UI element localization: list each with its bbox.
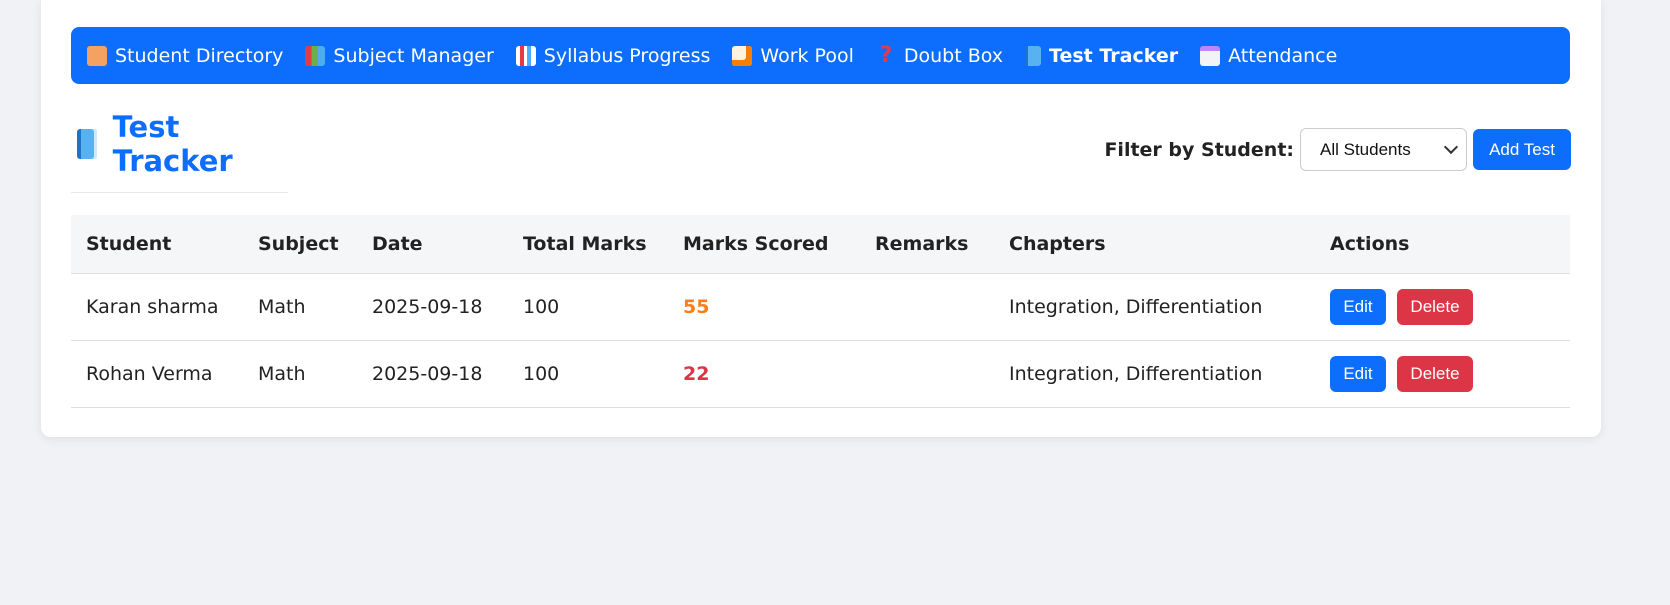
table-header-row: Student Subject Date Total Marks Marks S… — [71, 215, 1570, 274]
cell-marks-scored: 22 — [668, 340, 860, 408]
select-value: All Students — [1320, 139, 1411, 159]
cell-chapters: Integration, Differentiation — [994, 273, 1315, 341]
cell-student: Karan sharma — [71, 273, 243, 341]
book-icon — [1025, 45, 1042, 66]
delete-button[interactable]: Delete — [1397, 356, 1473, 392]
column-header: Date — [357, 215, 508, 274]
cell-total-marks: 100 — [508, 273, 668, 341]
nav-item-subject-manager[interactable]: Subject Manager — [305, 44, 494, 67]
books-icon — [305, 45, 326, 66]
column-header: Remarks — [860, 215, 994, 274]
table-row: Karan sharma Math 2025-09-18 100 55 Inte… — [71, 273, 1570, 341]
question-icon: ? — [879, 42, 893, 68]
student-filter-select[interactable]: All Students — [1300, 128, 1467, 171]
bar-chart-icon — [515, 45, 536, 66]
column-header: Marks Scored — [668, 215, 860, 274]
page-title-text: Test Tracker — [112, 110, 233, 178]
cell-remarks — [860, 273, 994, 341]
cell-actions: Edit Delete — [1315, 340, 1570, 408]
cell-student: Rohan Verma — [71, 340, 243, 408]
nav-item-label: Attendance — [1228, 44, 1338, 67]
memo-icon — [732, 45, 753, 66]
nav-item-attendance[interactable]: Attendance — [1200, 45, 1337, 67]
delete-button[interactable]: Delete — [1397, 289, 1473, 325]
nav-item-label: Student Directory — [115, 44, 284, 67]
add-test-button[interactable]: Add Test — [1473, 129, 1571, 170]
page-title: Test Tracker — [71, 110, 288, 178]
cell-actions: Edit Delete — [1315, 273, 1570, 341]
main-card: Student Directory Subject Manager Syllab… — [41, 0, 1601, 437]
cell-marks-scored: 55 — [668, 273, 860, 341]
nav-item-work-pool[interactable]: Work Pool — [732, 44, 854, 67]
book-icon — [77, 129, 97, 159]
column-header: Subject — [243, 215, 357, 274]
cell-subject: Math — [243, 340, 357, 408]
nav-item-doubt-box[interactable]: ? Doubt Box — [876, 42, 1004, 68]
column-header: Actions — [1315, 215, 1570, 274]
edit-button[interactable]: Edit — [1330, 356, 1386, 392]
cell-total-marks: 100 — [508, 340, 668, 408]
cell-subject: Math — [243, 273, 357, 341]
cell-date: 2025-09-18 — [357, 273, 508, 341]
top-nav: Student Directory Subject Manager Syllab… — [71, 27, 1570, 84]
school-icon — [87, 45, 107, 66]
table-row: Rohan Verma Math 2025-09-18 100 22 Integ… — [71, 340, 1570, 408]
nav-item-label: Work Pool — [760, 44, 854, 67]
edit-button[interactable]: Edit — [1330, 289, 1386, 325]
filter-bar: Filter by Student: All Students Add Test — [1104, 128, 1571, 171]
cell-remarks — [860, 340, 994, 408]
cell-date: 2025-09-18 — [357, 340, 508, 408]
column-header: Total Marks — [508, 215, 668, 274]
calendar-icon — [1200, 45, 1221, 66]
column-header: Chapters — [994, 215, 1315, 274]
page-header: Test Tracker — [71, 110, 288, 193]
cell-chapters: Integration, Differentiation — [994, 340, 1315, 408]
nav-item-test-tracker[interactable]: Test Tracker — [1025, 45, 1178, 67]
chevron-down-icon — [1443, 139, 1459, 155]
nav-item-label: Subject Manager — [333, 44, 494, 67]
filter-label: Filter by Student: — [1104, 138, 1294, 161]
nav-item-syllabus-progress[interactable]: Syllabus Progress — [515, 44, 711, 67]
nav-item-label: Syllabus Progress — [543, 44, 711, 67]
tests-table: Student Subject Date Total Marks Marks S… — [71, 215, 1570, 408]
nav-item-student-directory[interactable]: Student Directory — [87, 45, 283, 67]
nav-item-label: Test Tracker — [1049, 44, 1179, 67]
nav-item-label: Doubt Box — [903, 44, 1004, 67]
column-header: Student — [71, 215, 243, 274]
